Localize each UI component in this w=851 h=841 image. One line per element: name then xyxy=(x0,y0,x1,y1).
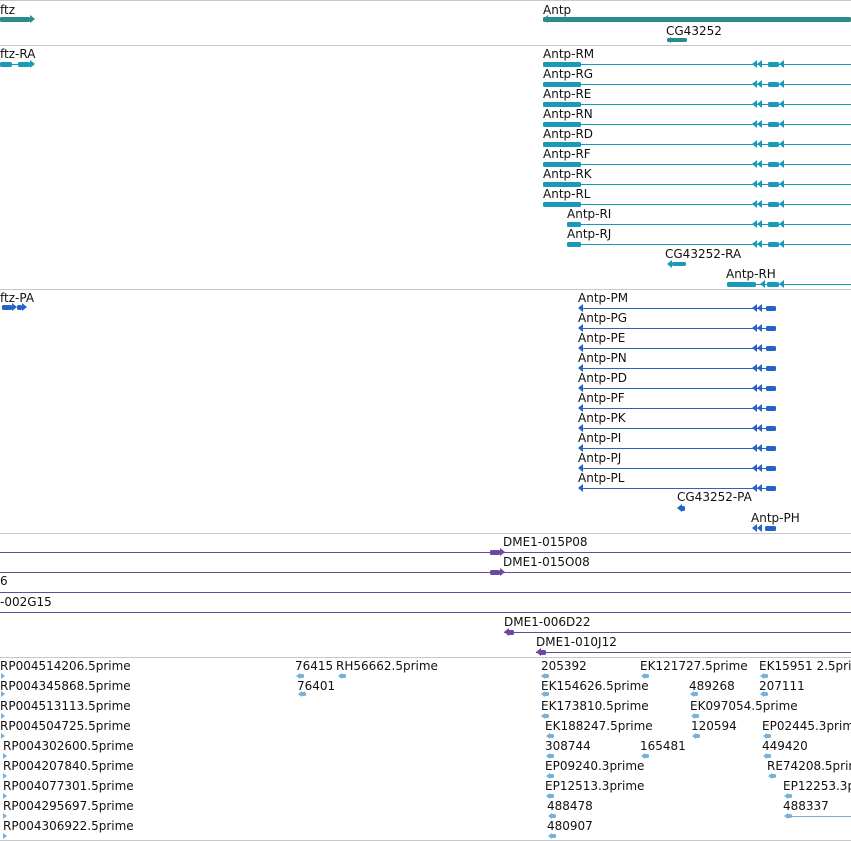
est-feature-glyph[interactable] xyxy=(771,774,776,778)
est-feature-label[interactable]: 76401 xyxy=(297,679,335,693)
est-feature-label[interactable]: RP004514206.5prime xyxy=(0,659,131,673)
est-feature-label[interactable]: RE74208.5prime xyxy=(767,759,851,773)
est-feature-glyph[interactable] xyxy=(786,816,851,817)
est-feature-glyph[interactable] xyxy=(694,714,699,718)
est-feature-label[interactable]: RP004504725.5prime xyxy=(0,719,131,733)
est-feature-label[interactable]: EK154626.5prime xyxy=(541,679,649,693)
est-feature-label[interactable]: EP12513.3prime xyxy=(545,779,644,793)
est-feature-label[interactable]: 165481 xyxy=(640,739,686,753)
est-feature-glyph[interactable] xyxy=(549,794,554,798)
est-feature-glyph[interactable] xyxy=(763,674,768,678)
est-feature-label[interactable]: EK188247.5prime xyxy=(545,719,653,733)
est-feature-glyph[interactable] xyxy=(787,794,792,798)
est-track-glyphs xyxy=(1,673,851,839)
est-feature-label[interactable]: EK15951 2.5pri xyxy=(759,659,851,673)
est-feature-label[interactable]: 488337 xyxy=(783,799,829,813)
est-feature-glyph[interactable] xyxy=(695,734,700,738)
est-feature-glyph[interactable] xyxy=(551,834,556,838)
est-feature-glyph[interactable] xyxy=(644,674,649,678)
est-feature-label[interactable]: RP004345868.5prime xyxy=(0,679,131,693)
est-feature-glyph[interactable] xyxy=(766,734,771,738)
est-feature-glyph[interactable] xyxy=(3,833,7,839)
est-feature-label[interactable]: EP09240.3prime xyxy=(545,759,644,773)
est-feature-glyph[interactable] xyxy=(644,754,649,758)
est-feature-glyph[interactable] xyxy=(549,754,554,758)
est-feature-glyph[interactable] xyxy=(544,674,549,678)
est-feature-glyph[interactable] xyxy=(341,674,346,678)
est-feature-label[interactable]: RP004207840.5prime xyxy=(3,759,134,773)
est-feature-label[interactable]: 205392 xyxy=(541,659,587,673)
est-feature-label[interactable]: 449420 xyxy=(762,739,808,753)
est-feature-label[interactable]: 76415 xyxy=(295,659,333,673)
est-feature-glyph[interactable] xyxy=(766,754,771,758)
est-feature-label[interactable]: EK173810.5prime xyxy=(541,699,649,713)
est-feature-label[interactable]: EP12253.3p xyxy=(783,779,851,793)
est-feature-glyph[interactable] xyxy=(549,774,554,778)
est-feature-label[interactable]: RP004077301.5prime xyxy=(3,779,134,793)
est-feature-label[interactable]: RP004302600.5prime xyxy=(3,739,134,753)
est-feature-glyph[interactable] xyxy=(551,814,556,818)
est-feature-label[interactable]: 120594 xyxy=(691,719,737,733)
est-feature-label[interactable]: 489268 xyxy=(689,679,735,693)
est-feature-label[interactable]: EK097054.5prime xyxy=(690,699,798,713)
est-feature-label[interactable]: RP004295697.5prime xyxy=(3,799,134,813)
genome-browser-view: ftz Antp CG43252 ftz-RA Antp-RM Antp-RG Antp-… xyxy=(0,0,851,841)
est-feature-glyph[interactable] xyxy=(299,674,304,678)
est-feature-label[interactable]: EP02445.3prime xyxy=(762,719,851,733)
est-feature-label[interactable]: 207111 xyxy=(759,679,805,693)
est-feature-glyph[interactable] xyxy=(549,734,554,738)
est-feature-label[interactable]: 480907 xyxy=(547,819,593,833)
est-feature-glyph[interactable] xyxy=(544,714,549,718)
est-feature-label[interactable]: RP004306922.5prime xyxy=(3,819,134,833)
est-feature-label[interactable]: EK121727.5prime xyxy=(640,659,748,673)
est-feature-label[interactable]: RH56662.5prime xyxy=(336,659,438,673)
est-feature-label[interactable]: 488478 xyxy=(547,799,593,813)
est-feature-label[interactable]: RP004513113.5prime xyxy=(0,699,131,713)
est-feature-label[interactable]: 308744 xyxy=(545,739,591,753)
